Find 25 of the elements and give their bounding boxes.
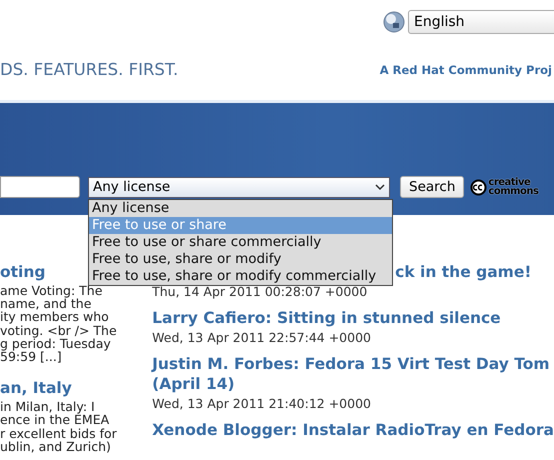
logo-text: creative [488, 178, 532, 187]
globe-icon [383, 11, 405, 33]
post-title[interactable]: an, Italy [0, 378, 146, 398]
post-title[interactable]: Larry Cafiero: Sitting in stunned silence [152, 308, 554, 328]
cc-logo-icon [470, 178, 488, 196]
post-date: Thu, 14 Apr 2011 00:28:07 +0000 [152, 284, 368, 299]
tagline: DS. FEATURES. FIRST. [0, 60, 178, 79]
post-excerpt: ame Voting: The name, and the ity members who voting. <br /> The g period: Tuesday 59:59 [...] [0, 284, 118, 364]
language-select[interactable]: English [408, 10, 554, 34]
community-link[interactable]: A Red Hat Community Proj [380, 62, 552, 76]
post-date: Wed, 13 Apr 2011 22:57:44 +0000 [152, 330, 372, 345]
dropdown-option[interactable]: Free to use, share or modify commercially [89, 268, 392, 284]
license-select[interactable]: Any license [88, 176, 390, 198]
post-excerpt: in Milan, Italy: I ence in the EMEA r excellent bids for ublin, and Zurich) [0, 400, 118, 454]
dropdown-option[interactable]: Free to use or share [89, 216, 392, 234]
dropdown-option[interactable]: Any license [89, 200, 392, 216]
search-field[interactable] [0, 176, 80, 198]
post-date: Wed, 13 Apr 2011 21:40:12 +0000 [152, 396, 372, 411]
dropdown-option[interactable]: Free to use or share commercially [89, 234, 392, 250]
post-title[interactable]: Xenode Blogger: Instalar RadioTray en Fedora [152, 420, 554, 440]
dropdown-option[interactable]: Free to use, share or modify [89, 250, 392, 268]
post-title[interactable]: Justin M. Forbes: Fedora 15 Virt Test Day Tom (April 14) [152, 354, 554, 394]
caret-icon [375, 184, 385, 190]
logo-text: commons [488, 187, 538, 196]
search-button[interactable]: Search [400, 176, 464, 198]
